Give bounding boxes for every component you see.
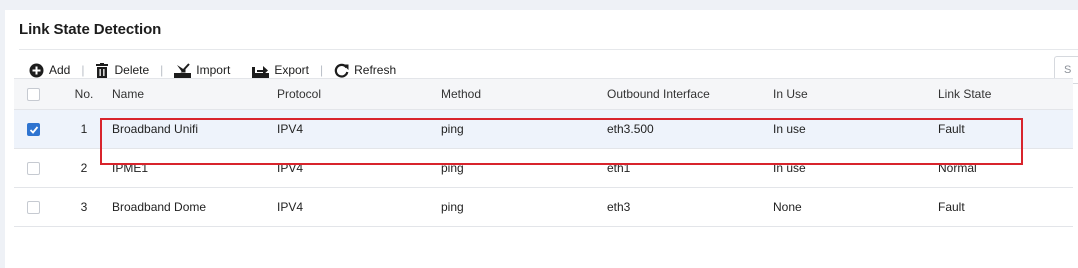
header-in-use[interactable]: In Use <box>773 78 938 110</box>
row-check-cell <box>14 148 56 188</box>
row-method: ping <box>441 109 607 149</box>
row-outbound-interface: eth1 <box>607 148 773 188</box>
page-title: Link State Detection <box>19 21 162 38</box>
row-name-link[interactable]: Broadband Unifi <box>112 109 277 149</box>
link-state-table: No. Name Protocol Method Outbound Interf… <box>14 78 1073 227</box>
row-link-state: Fault <box>938 109 1073 149</box>
table-row[interactable]: 3 Broadband Dome IPV4 ping eth3 None Fau… <box>14 187 1073 227</box>
import-button[interactable]: Import <box>174 62 231 78</box>
toolbar-separator: | <box>81 63 85 77</box>
row-check-cell <box>14 109 56 149</box>
check-icon <box>29 126 39 134</box>
select-all-checkbox[interactable] <box>27 88 40 102</box>
row-method: ping <box>441 148 607 188</box>
title-divider <box>19 49 1078 50</box>
select-all-cell <box>14 78 56 110</box>
row-checkbox[interactable] <box>27 162 40 176</box>
row-protocol: IPV4 <box>277 148 441 188</box>
row-in-use[interactable]: In use <box>773 148 938 188</box>
row-checkbox[interactable] <box>27 201 40 215</box>
header-no[interactable]: No. <box>56 78 112 110</box>
row-name-link[interactable]: IPME1 <box>112 148 277 188</box>
row-protocol: IPV4 <box>277 187 441 227</box>
import-label: Import <box>196 63 231 77</box>
row-protocol: IPV4 <box>277 109 441 149</box>
header-name[interactable]: Name <box>112 78 277 110</box>
add-label: Add <box>49 63 71 77</box>
header-method[interactable]: Method <box>441 78 607 110</box>
row-name-link[interactable]: Broadband Dome <box>112 187 277 227</box>
row-method: ping <box>441 187 607 227</box>
row-outbound-interface: eth3.500 <box>607 109 773 149</box>
export-label: Export <box>274 63 309 77</box>
toolbar-separator: | <box>160 63 164 77</box>
row-no: 1 <box>56 109 112 149</box>
table-header-row: No. Name Protocol Method Outbound Interf… <box>14 78 1073 110</box>
header-protocol[interactable]: Protocol <box>277 78 441 110</box>
row-in-use[interactable]: In use <box>773 109 938 149</box>
row-check-cell <box>14 187 56 227</box>
refresh-label: Refresh <box>354 63 397 77</box>
trash-icon <box>95 62 109 78</box>
toolbar: Add | Delete | Import Export | Refresh <box>29 61 396 79</box>
export-button[interactable]: Export <box>252 63 309 78</box>
row-checkbox[interactable] <box>27 123 40 137</box>
delete-button[interactable]: Delete <box>95 62 150 78</box>
row-link-state: Fault <box>938 187 1073 227</box>
plus-circle-icon <box>29 63 44 78</box>
row-no: 3 <box>56 187 112 227</box>
table-row[interactable]: 1 Broadband Unifi IPV4 ping eth3.500 In … <box>14 109 1073 149</box>
table-row[interactable]: 2 IPME1 IPV4 ping eth1 In use Normal <box>14 148 1073 188</box>
refresh-icon <box>334 63 349 78</box>
refresh-button[interactable]: Refresh <box>334 63 396 78</box>
row-no: 2 <box>56 148 112 188</box>
add-button[interactable]: Add <box>29 63 70 78</box>
import-icon <box>174 62 192 78</box>
row-in-use: None <box>773 187 938 227</box>
header-outbound-interface[interactable]: Outbound Interface <box>607 78 773 110</box>
row-outbound-interface: eth3 <box>607 187 773 227</box>
header-link-state[interactable]: Link State <box>938 78 1073 110</box>
toolbar-separator: | <box>320 63 324 77</box>
delete-label: Delete <box>114 63 150 77</box>
row-link-state: Normal <box>938 148 1073 188</box>
export-icon <box>252 63 270 78</box>
